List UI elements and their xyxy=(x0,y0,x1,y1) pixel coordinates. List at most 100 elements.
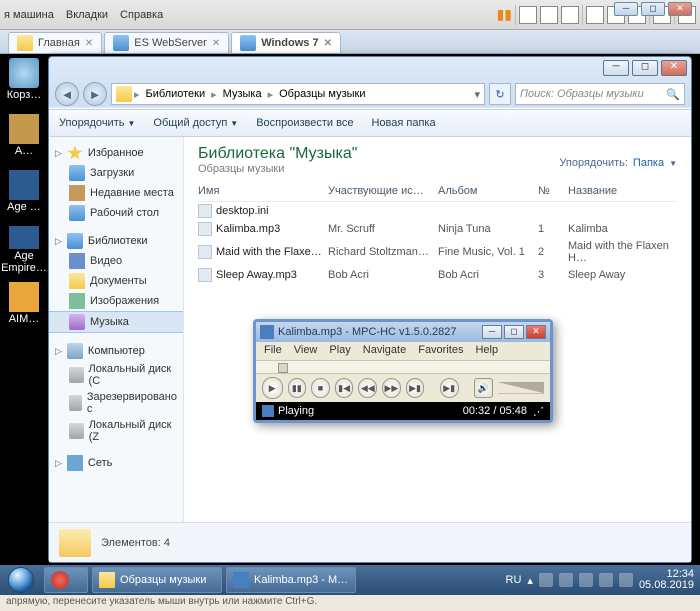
volume-slider[interactable] xyxy=(498,382,544,394)
tab-webserver[interactable]: ES WebServer✕ xyxy=(104,32,229,53)
close-button[interactable]: ✕ xyxy=(661,60,687,76)
nav-item-recent[interactable]: Недавние места xyxy=(49,183,183,203)
recycle-bin-icon[interactable]: Корз… xyxy=(4,58,44,106)
nav-item-images[interactable]: Изображения xyxy=(49,291,183,311)
nav-item-disk-c[interactable]: Локальный диск (C xyxy=(49,361,183,389)
mute-button[interactable]: 🔊 xyxy=(474,378,493,398)
nav-item-downloads[interactable]: Загрузки xyxy=(49,163,183,183)
step-button[interactable]: ▶▮ xyxy=(440,378,459,398)
forward-button[interactable]: ▶▶ xyxy=(382,378,401,398)
tab-home[interactable]: Главная✕ xyxy=(8,32,102,53)
desktop-shortcut[interactable]: A… xyxy=(4,114,44,162)
taskbar-mpc[interactable]: Kalimba.mp3 - M… xyxy=(226,567,356,593)
host-menu-item[interactable]: Справка xyxy=(120,9,163,21)
nav-item-desktop[interactable]: Рабочий стол xyxy=(49,203,183,223)
mpc-menu-play[interactable]: Play xyxy=(329,344,350,358)
nav-libraries[interactable]: ▷Библиотеки xyxy=(49,231,183,251)
toolbar-button[interactable] xyxy=(519,6,537,24)
minimize-button[interactable]: ─ xyxy=(603,60,629,76)
mpc-menu-file[interactable]: File xyxy=(264,344,282,358)
tray-icon[interactable] xyxy=(539,573,553,587)
mpc-menu-navigate[interactable]: Navigate xyxy=(363,344,406,358)
close-icon[interactable]: ✕ xyxy=(85,38,93,49)
chevron-up-icon[interactable]: ▴ xyxy=(527,574,533,587)
mpc-menu-help[interactable]: Help xyxy=(475,344,498,358)
nav-item-disk-reserved[interactable]: Зарезервировано с xyxy=(49,389,183,417)
nav-item-disk-z[interactable]: Локальный диск (Z xyxy=(49,417,183,445)
mpc-titlebar[interactable]: Kalimba.mp3 - MPC-HC v1.5.0.2827 ─ ◻ ✕ xyxy=(256,322,550,342)
host-maximize-button[interactable]: ◻ xyxy=(641,2,665,16)
share-button[interactable]: Общий доступ▼ xyxy=(153,117,238,129)
prev-button[interactable]: ▮◀ xyxy=(335,378,354,398)
taskbar-explorer[interactable]: Образцы музыки xyxy=(92,567,222,593)
next-button[interactable]: ▶▮ xyxy=(406,378,425,398)
mpc-title-text: Kalimba.mp3 - MPC-HC v1.5.0.2827 xyxy=(278,326,457,338)
breadcrumb-segment[interactable]: Библиотеки xyxy=(142,88,210,100)
start-button[interactable] xyxy=(2,566,40,594)
pause-icon[interactable]: ▮▮ xyxy=(497,6,512,23)
mpc-close-button[interactable]: ✕ xyxy=(526,325,546,339)
tab-windows7[interactable]: Windows 7✕ xyxy=(231,32,341,53)
download-icon xyxy=(69,165,85,181)
taskbar-opera[interactable] xyxy=(44,567,88,593)
seek-thumb[interactable] xyxy=(278,363,288,373)
breadcrumb-segment[interactable]: Музыка xyxy=(219,88,266,100)
mpc-maximize-button[interactable]: ◻ xyxy=(504,325,524,339)
network-icon[interactable] xyxy=(599,573,613,587)
nav-computer[interactable]: ▷Компьютер xyxy=(49,341,183,361)
mpc-menu-favorites[interactable]: Favorites xyxy=(418,344,463,358)
breadcrumb[interactable]: ▸ Библиотеки▸ Музыка▸ Образцы музыки ▾ xyxy=(111,83,485,105)
file-row[interactable]: Maid with the Flaxe…Richard Stoltzman…Fi… xyxy=(198,238,677,266)
music-icon xyxy=(69,314,85,330)
close-icon[interactable]: ✕ xyxy=(324,38,332,49)
seek-bar[interactable] xyxy=(256,360,550,374)
playall-button[interactable]: Воспроизвести все xyxy=(256,117,353,129)
tray-icon[interactable] xyxy=(579,573,593,587)
nav-favorites[interactable]: ▷Избранное xyxy=(49,143,183,163)
nav-item-video[interactable]: Видео xyxy=(49,251,183,271)
folder-icon xyxy=(116,86,132,102)
chevron-down-icon[interactable]: ▾ xyxy=(474,88,480,101)
file-row[interactable]: Sleep Away.mp3Bob AcriBob Acri3Sleep Awa… xyxy=(198,266,677,284)
file-row[interactable]: desktop.ini xyxy=(198,202,677,220)
file-row[interactable]: Kalimba.mp3Mr. ScruffNinja Tuna1Kalimba xyxy=(198,220,677,238)
rewind-button[interactable]: ◀◀ xyxy=(358,378,377,398)
play-button[interactable]: ▶ xyxy=(262,377,283,399)
desktop-shortcut[interactable]: Age … xyxy=(4,170,44,218)
host-menu-item[interactable]: Вкладки xyxy=(66,9,108,21)
column-headers[interactable]: Имя Участвующие ис… Альбом № Название xyxy=(198,181,677,202)
desktop-shortcut[interactable]: AIM… xyxy=(4,282,44,330)
volume-icon[interactable] xyxy=(619,573,633,587)
desktop-shortcut[interactable]: Age Empire… xyxy=(4,226,44,274)
arrange-control[interactable]: Упорядочить:Папка▼ xyxy=(559,157,677,169)
organize-button[interactable]: Упорядочить▼ xyxy=(59,117,135,129)
refresh-button[interactable]: ↻ xyxy=(489,83,511,105)
back-button[interactable]: ◄ xyxy=(55,82,79,106)
host-close-button[interactable]: ✕ xyxy=(668,2,692,16)
pause-button[interactable]: ▮▮ xyxy=(288,378,307,398)
host-minimize-button[interactable]: ─ xyxy=(614,2,638,16)
nav-item-music[interactable]: Музыка xyxy=(49,311,183,333)
newfolder-button[interactable]: Новая папка xyxy=(371,117,435,129)
host-menu-item[interactable]: я машина xyxy=(4,9,54,21)
nav-item-documents[interactable]: Документы xyxy=(49,271,183,291)
toolbar-button[interactable] xyxy=(561,6,579,24)
toolbar-button[interactable] xyxy=(586,6,604,24)
clock[interactable]: 12:3405.08.2019 xyxy=(639,569,694,591)
nav-network[interactable]: ▷Сеть xyxy=(49,453,183,473)
stop-button[interactable]: ■ xyxy=(311,378,330,398)
tab-strip: Главная✕ ES WebServer✕ Windows 7✕ xyxy=(0,30,700,54)
breadcrumb-segment[interactable]: Образцы музыки xyxy=(275,88,369,100)
mpc-minimize-button[interactable]: ─ xyxy=(482,325,502,339)
tray-icon[interactable] xyxy=(559,573,573,587)
language-indicator[interactable]: RU xyxy=(506,574,522,586)
system-tray: RU ▴ 12:3405.08.2019 xyxy=(506,569,698,591)
mpc-menu-view[interactable]: View xyxy=(294,344,318,358)
forward-button[interactable]: ► xyxy=(83,82,107,106)
mpc-window[interactable]: Kalimba.mp3 - MPC-HC v1.5.0.2827 ─ ◻ ✕ F… xyxy=(253,319,553,423)
close-icon[interactable]: ✕ xyxy=(212,38,220,49)
search-input[interactable]: Поиск: Образцы музыки🔍 xyxy=(515,83,685,105)
maximize-button[interactable]: ◻ xyxy=(632,60,658,76)
file-title: Kalimba xyxy=(568,223,677,235)
toolbar-button[interactable] xyxy=(540,6,558,24)
